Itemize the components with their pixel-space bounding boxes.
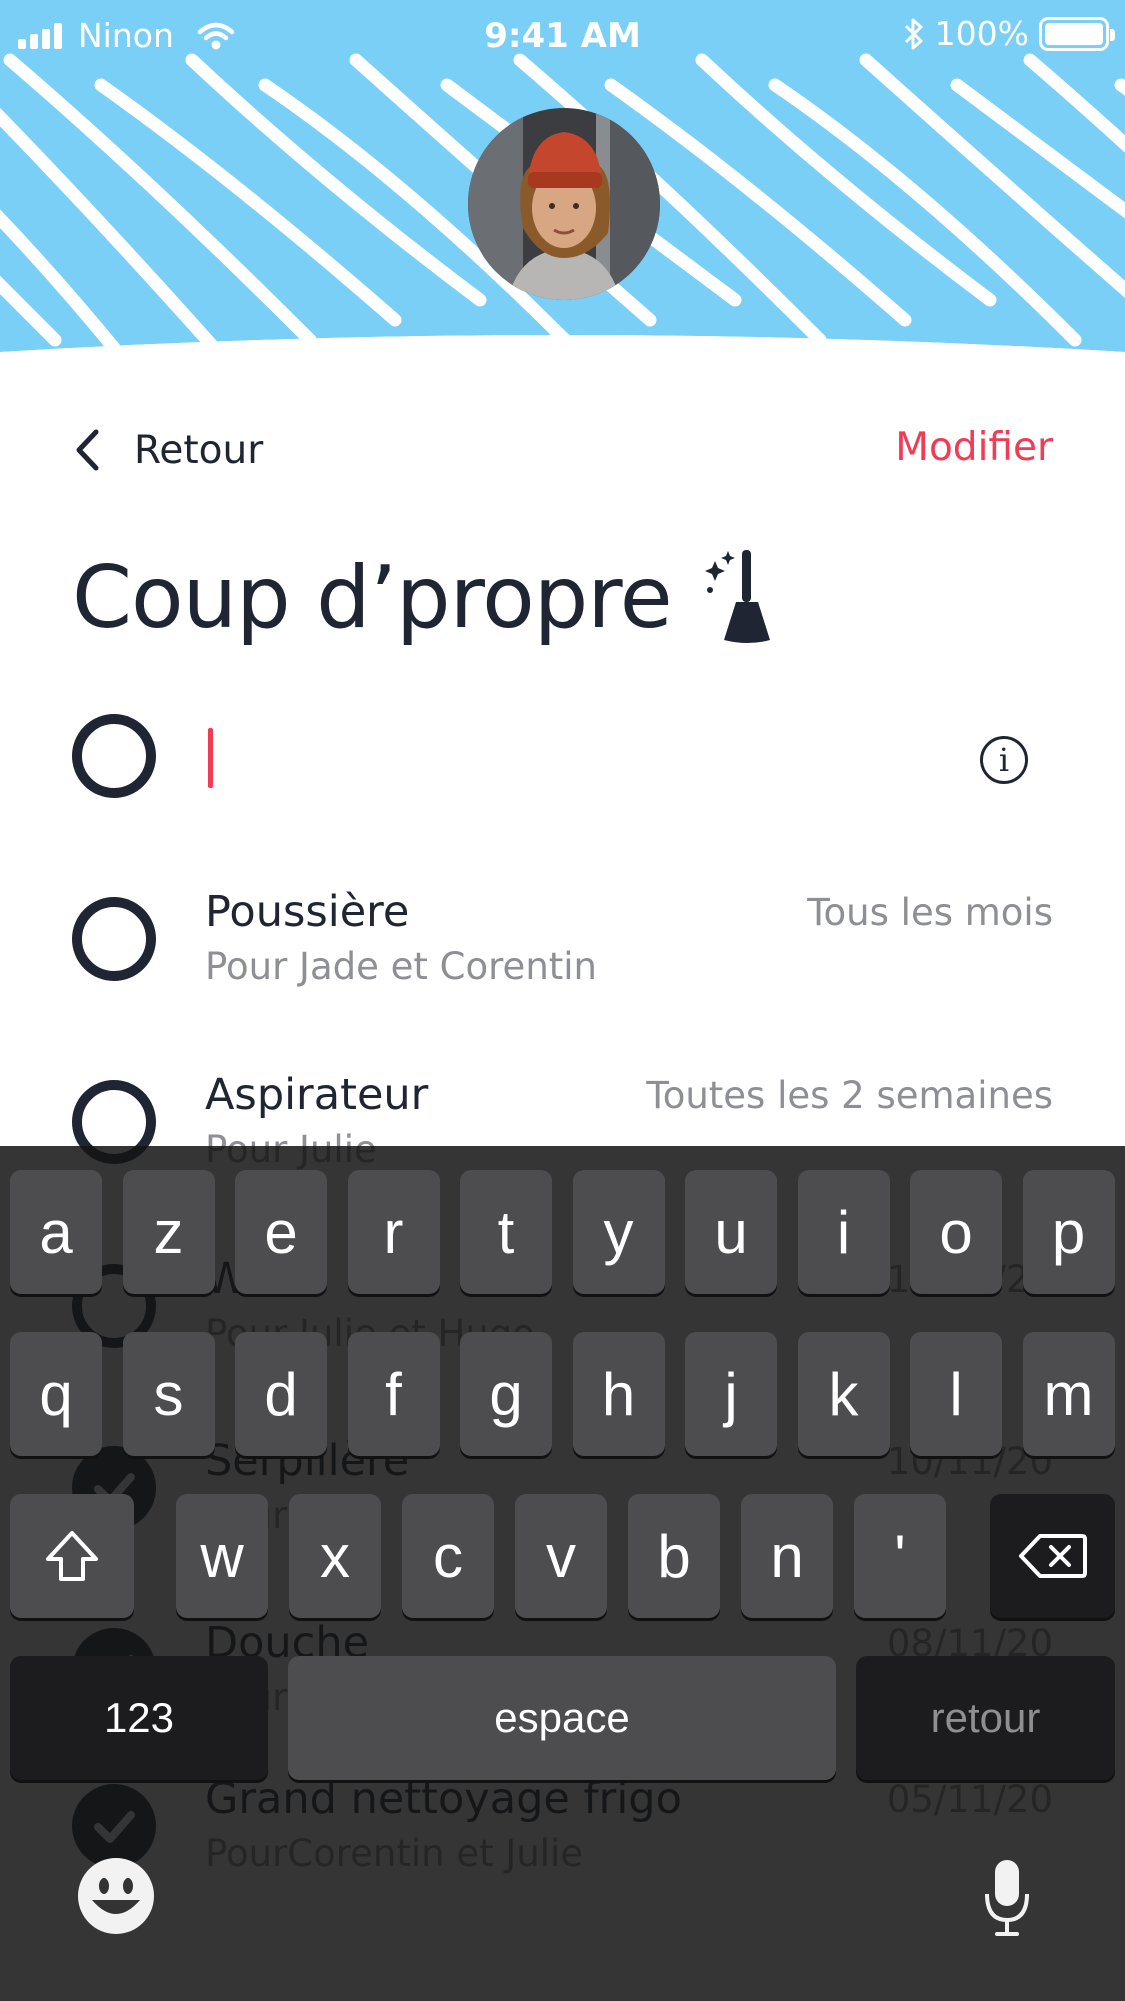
- header: Ninon 9:41 AM 100%: [0, 0, 1125, 360]
- key-v[interactable]: v: [515, 1494, 607, 1618]
- status-bar: Ninon 9:41 AM 100%: [0, 0, 1125, 76]
- task-title: Aspirateur: [205, 1070, 429, 1120]
- task-meta: Toutes les 2 semaines: [646, 1074, 1053, 1117]
- key-q[interactable]: q: [10, 1332, 102, 1456]
- battery-icon: [1039, 16, 1115, 51]
- battery-percent: 100%: [934, 14, 1029, 53]
- key-d[interactable]: d: [235, 1332, 327, 1456]
- page-title: Coup d’propre: [72, 548, 774, 648]
- key-h[interactable]: h: [572, 1332, 665, 1456]
- key-n[interactable]: n: [741, 1494, 833, 1618]
- key-o[interactable]: o: [910, 1170, 1002, 1294]
- key-s[interactable]: s: [122, 1332, 215, 1456]
- key-e[interactable]: e: [235, 1170, 327, 1294]
- key-x[interactable]: x: [289, 1494, 381, 1618]
- key-u[interactable]: u: [685, 1170, 777, 1294]
- back-button[interactable]: Retour: [74, 420, 263, 480]
- delete-key[interactable]: [990, 1494, 1115, 1618]
- task-subtitle: Pour Jade et Corentin: [205, 945, 598, 988]
- key-f[interactable]: f: [347, 1332, 440, 1456]
- key-w[interactable]: w: [176, 1494, 268, 1618]
- shift-key[interactable]: [10, 1494, 134, 1618]
- text-caret: [208, 728, 213, 788]
- key-l[interactable]: l: [910, 1332, 1002, 1456]
- emoji-icon[interactable]: [76, 1856, 156, 1936]
- key-m[interactable]: m: [1022, 1332, 1115, 1456]
- key-z[interactable]: z: [122, 1170, 215, 1294]
- task-title: Poussière: [205, 887, 410, 937]
- key-apostrophe[interactable]: ': [854, 1494, 946, 1618]
- key-r[interactable]: r: [347, 1170, 440, 1294]
- key-a[interactable]: a: [10, 1170, 102, 1294]
- edit-button[interactable]: Modifier: [895, 425, 1053, 470]
- return-key[interactable]: retour: [856, 1656, 1115, 1780]
- key-t[interactable]: t: [460, 1170, 552, 1294]
- info-icon[interactable]: i: [980, 736, 1028, 784]
- space-key[interactable]: espace: [288, 1656, 836, 1780]
- chevron-left-icon: [76, 429, 99, 471]
- avatar[interactable]: [468, 108, 660, 300]
- task-meta: Tous les mois: [807, 891, 1053, 934]
- key-p[interactable]: p: [1022, 1170, 1115, 1294]
- key-j[interactable]: j: [685, 1332, 777, 1456]
- key-g[interactable]: g: [460, 1332, 552, 1456]
- key-i[interactable]: i: [797, 1170, 890, 1294]
- shift-icon: [46, 1531, 98, 1581]
- broom-icon: [704, 550, 770, 643]
- key-y[interactable]: y: [572, 1170, 665, 1294]
- task-checkbox[interactable]: [72, 897, 156, 981]
- key-b[interactable]: b: [628, 1494, 720, 1618]
- page-title-text: Coup d’propre: [72, 548, 673, 648]
- microphone-icon[interactable]: [982, 1858, 1032, 1940]
- keyboard: azertyuiop qsdfghjklm w x c v b n ' 123 espace…: [0, 1146, 1125, 2001]
- key-k[interactable]: k: [797, 1332, 890, 1456]
- bluetooth-icon: [904, 18, 923, 49]
- numbers-key[interactable]: 123: [10, 1656, 268, 1780]
- back-label: Retour: [134, 427, 264, 473]
- new-task-input[interactable]: [205, 718, 905, 790]
- key-c[interactable]: c: [402, 1494, 494, 1618]
- backspace-icon: [1018, 1534, 1087, 1578]
- new-task-checkbox[interactable]: [72, 714, 156, 798]
